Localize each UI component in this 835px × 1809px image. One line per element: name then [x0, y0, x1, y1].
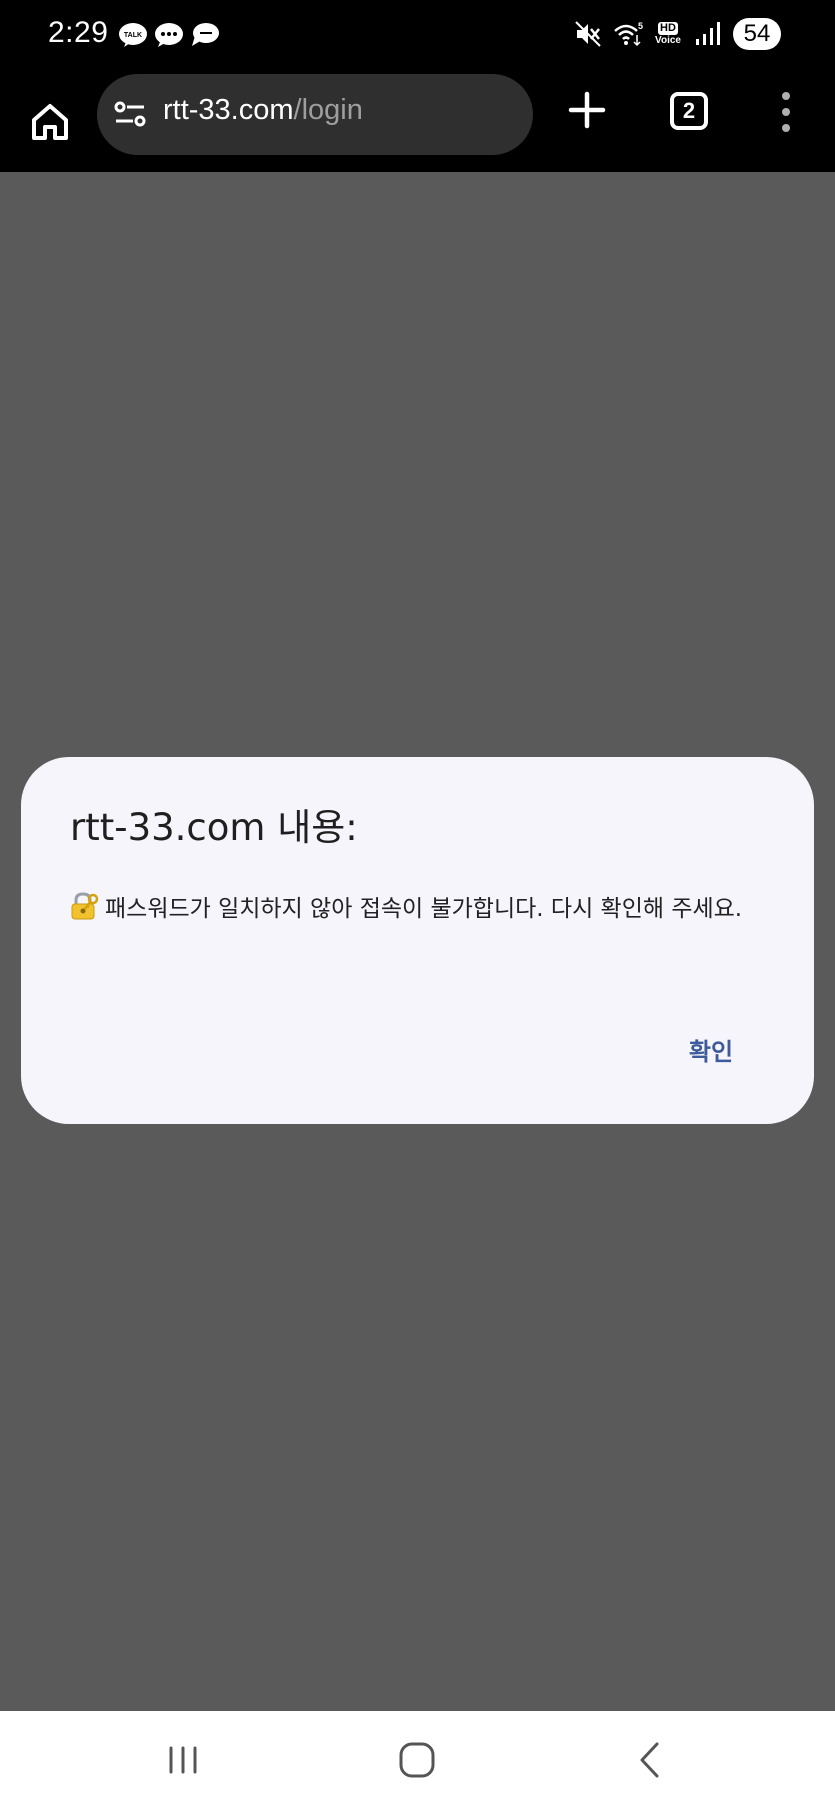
- site-settings-icon[interactable]: [113, 97, 147, 131]
- url-bar[interactable]: rtt-33.com/login: [97, 74, 533, 155]
- dialog-message-row: 패스워드가 일치하지 않아 접속이 불가합니다. 다시 확인해 주세요.: [69, 889, 742, 923]
- status-time: 2:29: [48, 16, 109, 49]
- locked-with-key-icon: [71, 892, 99, 920]
- dialog-message: 패스워드가 일치하지 않아 접속이 불가합니다. 다시 확인해 주세요.: [105, 896, 743, 922]
- svg-text:5: 5: [638, 21, 643, 31]
- dialog-title: rtt-33.com 내용:: [70, 806, 358, 849]
- home-nav-button[interactable]: [387, 1735, 447, 1785]
- signal-icon: [696, 22, 720, 45]
- confirm-button[interactable]: 확인: [661, 1019, 761, 1079]
- hd-voice-icon: HD Voice: [653, 19, 683, 49]
- back-button[interactable]: [621, 1735, 681, 1785]
- home-icon: [32, 104, 68, 140]
- alert-dialog: rtt-33.com 내용: 패스워드가 일치하지 않아 접속이 불가합니다. …: [21, 757, 814, 1124]
- notification-icons: TALK: [118, 22, 220, 48]
- url-path: /login: [293, 94, 363, 126]
- status-bar: 2:29 TALK 5 HD Voice 54: [0, 0, 835, 72]
- system-nav-bar: [0, 1711, 835, 1809]
- message-icon: [155, 23, 183, 47]
- chat-bubble-icon: [192, 23, 219, 46]
- url-text[interactable]: rtt-33.com/login: [163, 94, 363, 127]
- mute-icon: [575, 21, 601, 47]
- kakaotalk-icon: TALK: [119, 23, 147, 47]
- wifi-icon: 5: [614, 21, 643, 47]
- svg-text:TALK: TALK: [124, 32, 142, 39]
- voice-label: Voice: [655, 35, 681, 46]
- url-domain: rtt-33.com: [163, 94, 294, 126]
- more-menu-button[interactable]: [768, 86, 804, 138]
- battery-level: 54: [733, 18, 781, 50]
- hd-label: HD: [658, 22, 678, 35]
- home-button[interactable]: [22, 94, 78, 150]
- plus-icon: [568, 91, 606, 129]
- browser-toolbar: rtt-33.com/login 2: [0, 72, 835, 172]
- recent-apps-button[interactable]: [153, 1735, 213, 1785]
- tab-switcher-button[interactable]: 2: [670, 92, 708, 130]
- status-right-icons: 5 HD Voice 54: [573, 18, 781, 50]
- new-tab-button[interactable]: [563, 86, 611, 134]
